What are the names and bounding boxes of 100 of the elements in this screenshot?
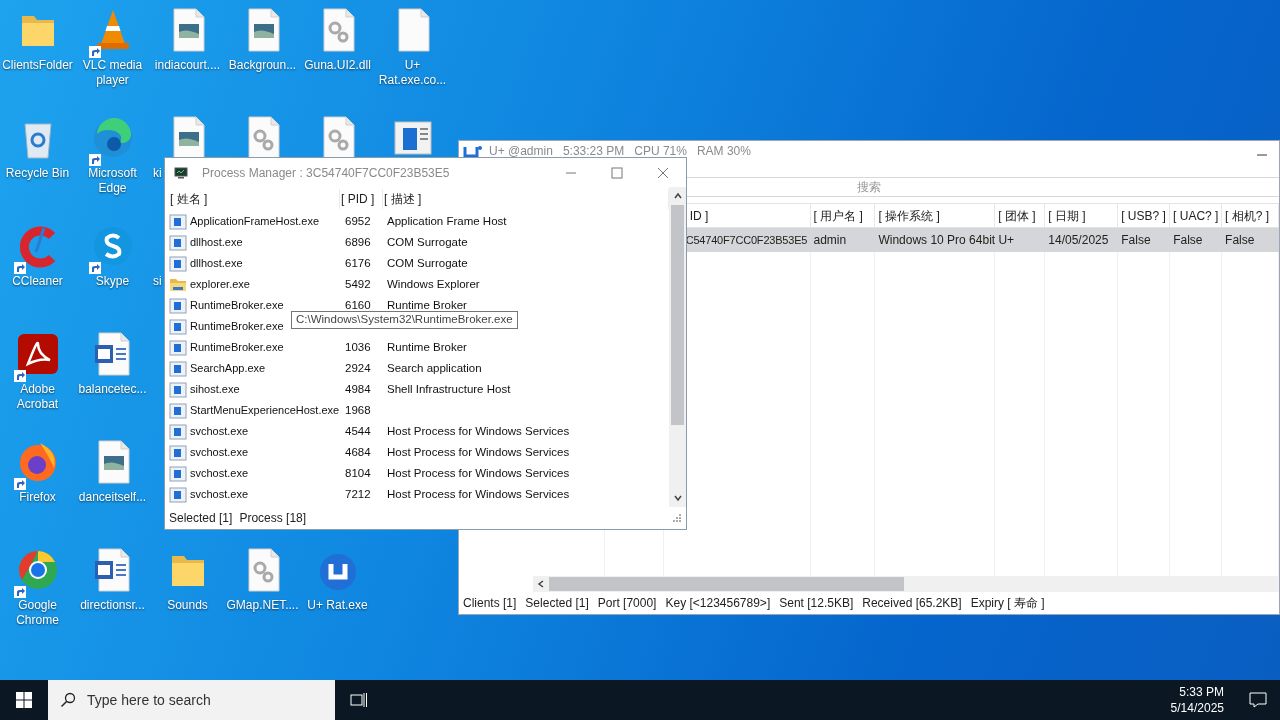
app-window-icon	[169, 255, 187, 272]
process-name[interactable]: ApplicationFrameHost.exe	[190, 213, 319, 230]
app-window-icon	[169, 360, 187, 377]
horizontal-scrollbar[interactable]	[533, 576, 1279, 592]
status-text: Selected [1]	[525, 595, 589, 612]
process-name[interactable]: SearchApp.exe	[190, 360, 266, 377]
app-window-icon	[169, 297, 187, 314]
clock-time[interactable]: 5:33 PM	[1179, 684, 1224, 700]
table-cell-text: C54740F7CC0F23B53E5	[684, 232, 809, 248]
process-pid: 6176	[344, 255, 372, 271]
process-pid: 4544	[344, 423, 372, 439]
app-window-icon	[169, 318, 187, 335]
process-name[interactable]: RuntimeBroker.exe	[190, 339, 284, 356]
process-pid: 2924	[344, 360, 372, 376]
column-header[interactable]: [ 团体 ]	[995, 204, 1046, 227]
process-pid: 6952	[344, 213, 372, 229]
scroll-thumb[interactable]	[671, 205, 684, 425]
column-header[interactable]: [ 操作系统 ]	[875, 204, 996, 227]
status-text: Received [65.2KB]	[862, 595, 962, 612]
process-description: Application Frame Host	[386, 213, 507, 229]
table-cell-text: Windows 10 Pro 64bit	[877, 232, 996, 249]
scroll-down-icon	[673, 494, 682, 502]
process-name[interactable]: StartMenuExperienceHost.exe	[190, 402, 340, 419]
scroll-thumb[interactable]	[549, 577, 904, 591]
process-pid: 7212	[344, 486, 372, 502]
process-name[interactable]: RuntimeBroker.exe	[190, 297, 284, 314]
status-text: Clients [1]	[463, 595, 517, 612]
app-window-icon	[169, 486, 187, 503]
process-name[interactable]: svchost.exe	[190, 465, 249, 482]
table-cell-text: 14/05/2025	[1047, 232, 1110, 249]
process-description: Runtime Broker	[386, 297, 467, 313]
resize-grip-icon	[672, 513, 682, 523]
task-view-icon	[350, 692, 368, 708]
table-cell-text: False	[1172, 232, 1204, 249]
notification-icon	[1249, 692, 1267, 708]
process-name[interactable]: RuntimeBroker.exe	[190, 318, 284, 335]
app-window-icon	[169, 339, 187, 356]
app-logo-icon	[463, 144, 483, 160]
table-cell-text: U+	[997, 232, 1016, 249]
status-text: Port [7000]	[597, 595, 657, 612]
folder-icon	[169, 276, 187, 293]
column-header[interactable]: [ USB? ]	[1118, 204, 1171, 227]
status-text: Expiry [ 寿命 ]	[970, 595, 1045, 612]
monitor-icon	[174, 166, 188, 179]
app-window-icon	[169, 234, 187, 251]
scroll-up-icon	[673, 192, 682, 200]
process-description: Shell Infrastructure Host	[386, 381, 511, 397]
app-window-icon	[169, 444, 187, 461]
column-header[interactable]: [ UAC? ]	[1170, 204, 1223, 227]
column-header[interactable]: [ 用户名 ]	[810, 204, 876, 227]
process-name[interactable]: svchost.exe	[190, 423, 249, 440]
vertical-scrollbar[interactable]	[669, 187, 686, 507]
process-name[interactable]: svchost.exe	[190, 444, 249, 461]
status-text: Key [<123456789>]	[665, 595, 771, 612]
process-description: Runtime Broker	[386, 339, 467, 355]
tooltip: C:\Windows\System32\RuntimeBroker.exe	[291, 311, 518, 329]
process-pid: 4684	[344, 444, 372, 460]
table-cell-text: False	[1120, 232, 1152, 249]
column-header[interactable]: [ 日期 ]	[1045, 204, 1119, 227]
app-window-icon	[169, 423, 187, 440]
process-description: Host Process for Windows Services	[386, 465, 570, 481]
process-description: Host Process for Windows Services	[386, 423, 570, 439]
process-pid: 6160	[344, 297, 372, 313]
window-title: Process Manager : 3C54740F7CC0F23B53E5	[202, 164, 450, 182]
process-pid: 4984	[344, 381, 372, 397]
status-text: Process [18]	[239, 510, 307, 527]
app-window-icon	[169, 381, 187, 398]
process-pid: 1036	[344, 339, 372, 355]
close-icon	[657, 166, 669, 179]
process-pid: 8104	[344, 465, 372, 481]
window-title: U+ @admin 5:33:23 PM CPU 71% RAM 30%	[489, 143, 751, 160]
icon-label[interactable]: GMap.NET....	[226, 598, 299, 613]
scroll-left-icon	[537, 580, 545, 588]
process-name[interactable]: dllhost.exe	[190, 234, 243, 251]
taskbar-search-field[interactable]: Type here to search	[48, 680, 335, 720]
status-text: Sent [12.5KB]	[779, 595, 854, 612]
column-header[interactable]: [ 相机? ]	[1222, 204, 1279, 227]
process-pid: 1968	[344, 402, 372, 418]
process-description: Windows Explorer	[386, 276, 480, 292]
column-header[interactable]: [ 姓名 ]	[169, 189, 340, 209]
process-name[interactable]: sihost.exe	[190, 381, 240, 398]
status-text: Selected [1]	[169, 510, 233, 527]
process-description: Search application	[386, 360, 482, 376]
app-window-icon	[169, 465, 187, 482]
process-pid: 5492	[344, 276, 372, 292]
clock-date[interactable]: 5/14/2025	[1170, 700, 1224, 716]
process-pid: 6896	[344, 234, 372, 250]
app-window-icon	[169, 402, 187, 419]
table-cell-text: admin	[812, 232, 848, 249]
process-description: COM Surrogate	[386, 255, 468, 271]
column-header[interactable]: [ PID ]	[340, 189, 383, 209]
maximize-icon	[611, 166, 623, 179]
icon-label[interactable]: U+ Rat.exe	[307, 598, 368, 613]
windows-logo-icon	[16, 692, 32, 708]
search-icon	[60, 692, 76, 708]
process-name[interactable]: dllhost.exe	[190, 255, 243, 272]
process-description: Host Process for Windows Services	[386, 486, 570, 502]
app-window-icon	[169, 213, 187, 230]
process-name[interactable]: svchost.exe	[190, 486, 249, 503]
process-name[interactable]: explorer.exe	[190, 276, 250, 293]
